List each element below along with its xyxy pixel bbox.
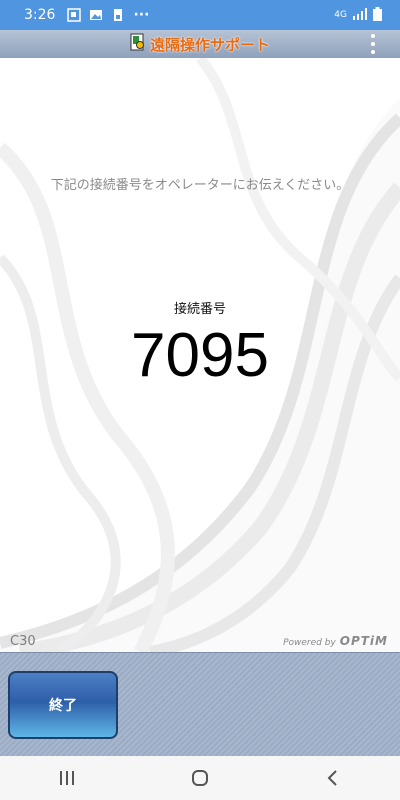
powered-by-brand: OPTiM: [339, 634, 388, 648]
main-panel: 下記の接続番号をオペレーターにお伝えください。 接続番号 7095 C30 Po…: [0, 58, 400, 652]
version-label: C30: [10, 634, 36, 649]
sim-icon: [111, 8, 125, 22]
app-header: 遠隔操作サポート: [0, 30, 400, 59]
image-icon: [89, 8, 103, 22]
app-title-text: 遠隔操作サポート: [149, 35, 270, 54]
more-vertical-icon[interactable]: [368, 34, 378, 54]
end-button[interactable]: 終了: [8, 671, 118, 739]
connection-number: 7095: [131, 321, 269, 390]
navigation-bar: [0, 756, 400, 800]
battery-icon: [373, 6, 382, 24]
app-logo-icon: [130, 33, 146, 55]
app-notification-icon: [67, 8, 82, 22]
back-icon[interactable]: [313, 763, 353, 793]
powered-by-prefix: Powered by: [283, 638, 336, 648]
recent-apps-icon[interactable]: [47, 763, 87, 793]
signal-icon: [353, 7, 367, 23]
more-notifications: ···: [133, 7, 150, 23]
footer-bar: 終了: [0, 652, 400, 757]
status-bar: 3:26 ··· 4G: [0, 0, 400, 30]
powered-by: Powered by OPTiM: [283, 634, 388, 648]
status-time: 3:26: [24, 7, 56, 23]
app-title: 遠隔操作サポート: [130, 33, 270, 55]
network-type: 4G: [334, 10, 347, 20]
connection-number-label: 接続番号: [173, 302, 226, 317]
instruction-text: 下記の接続番号をオペレーターにお伝えください。: [50, 178, 350, 193]
home-icon[interactable]: [180, 763, 220, 793]
